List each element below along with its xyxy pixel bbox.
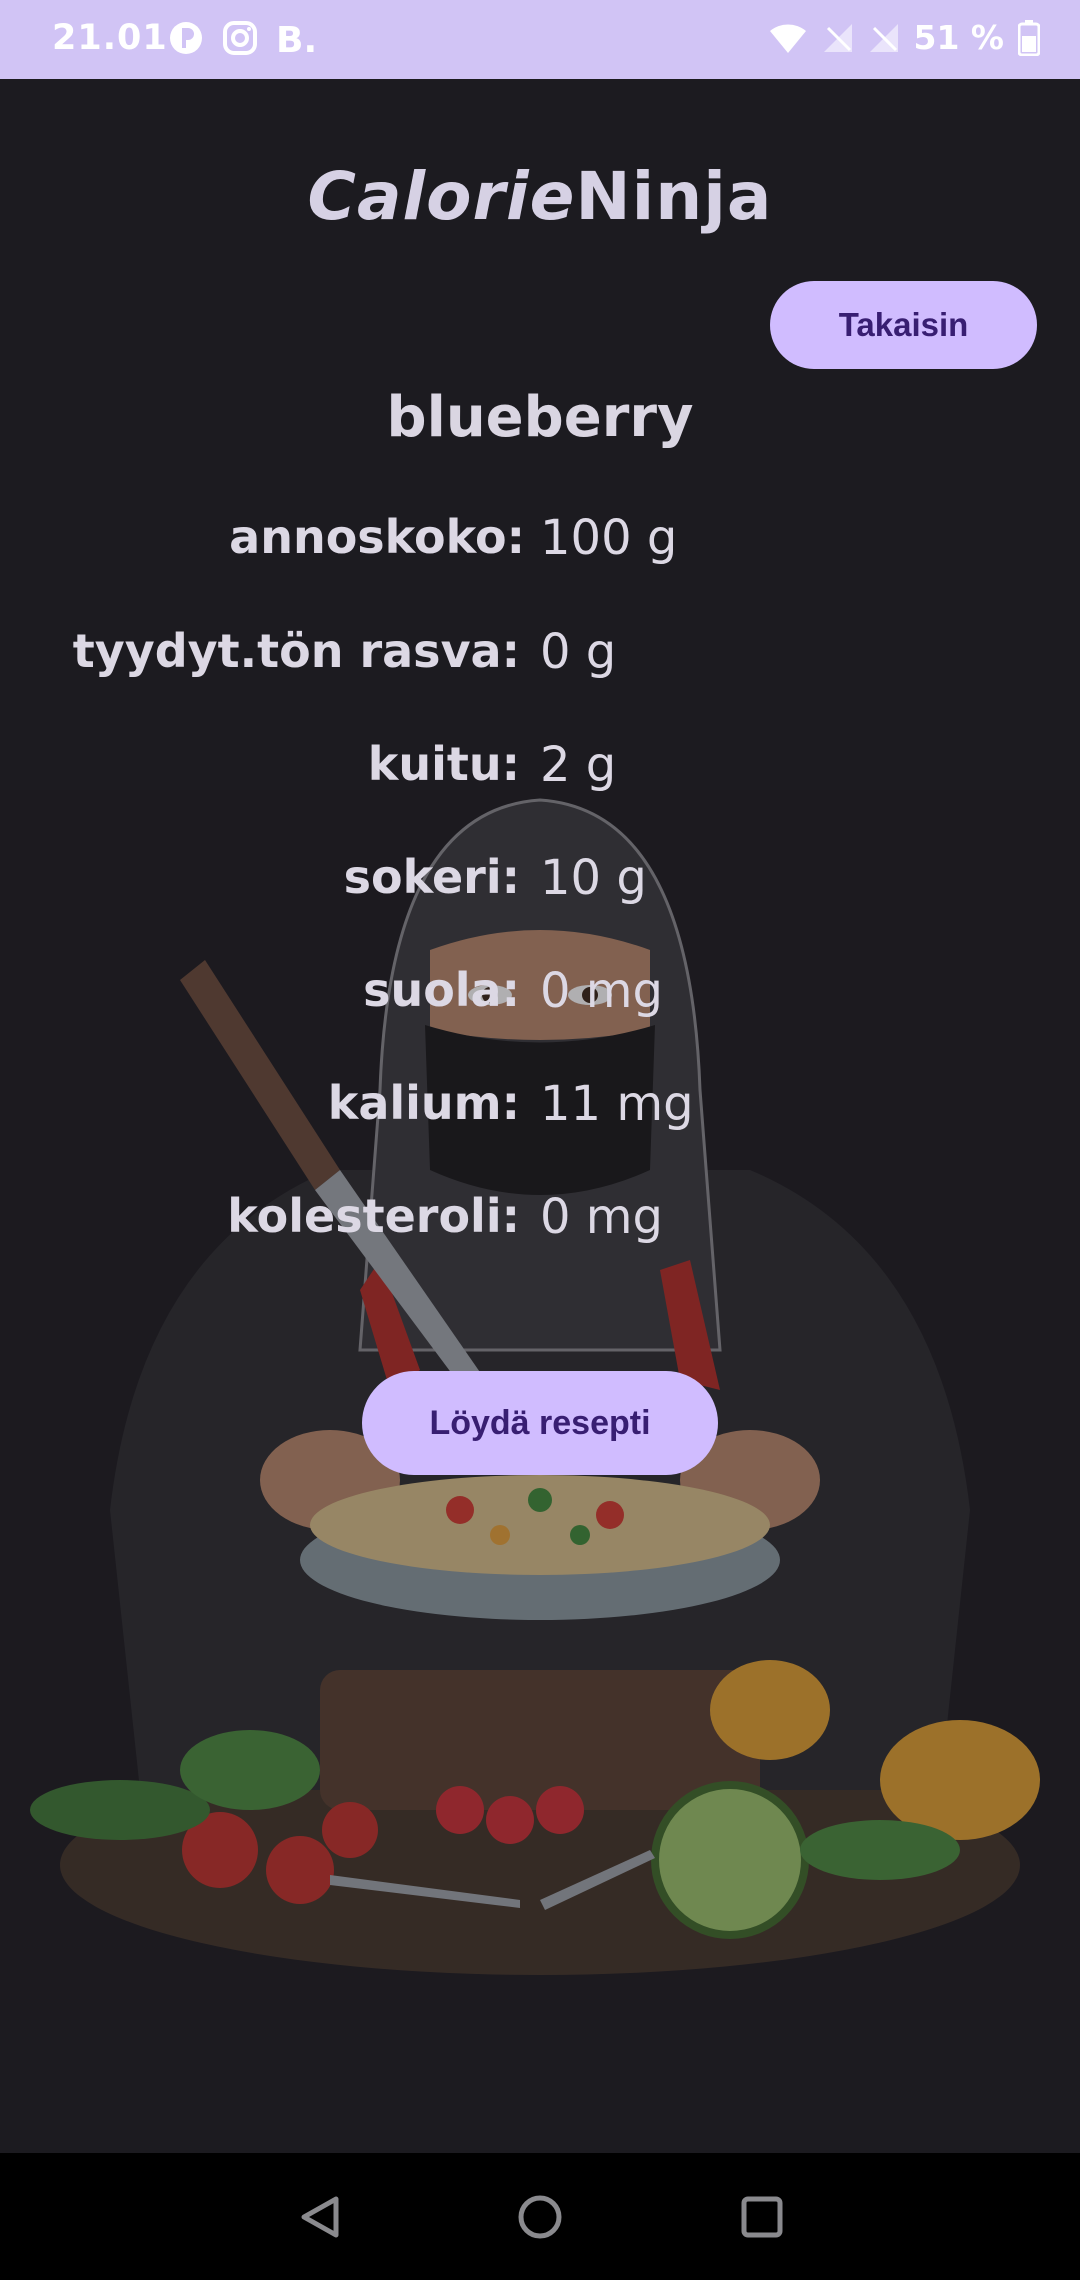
b-app-icon: B. — [276, 20, 316, 56]
nutrient-row-sugar: sokeri: 10 g — [0, 850, 1080, 920]
nutrient-value: 100 g — [540, 510, 678, 566]
back-button[interactable]: Takaisin — [770, 281, 1037, 369]
instagram-icon — [223, 21, 257, 55]
svg-text:B.: B. — [276, 20, 316, 56]
nutrient-row-saturated-fat: tyydyt.tön rasva: 0 g — [0, 624, 1080, 694]
nutrient-value: 10 g — [540, 850, 647, 906]
recents-square-icon — [741, 2196, 783, 2238]
nutrient-value: 11 mg — [540, 1076, 694, 1132]
nutrient-row-serving-size: annoskoko: 100 g — [0, 510, 1080, 580]
nutrient-row-fiber: kuitu: 2 g — [0, 737, 1080, 807]
nutrient-row-salt: suola: 0 mg — [0, 963, 1080, 1033]
back-triangle-icon — [301, 2196, 339, 2238]
calorie-ninja-screen: 21.01 B. 51 % CalorieNinja Takaisin blue… — [0, 0, 1080, 2280]
nutrient-label: sokeri: — [343, 850, 520, 904]
battery-percent: 51 % — [913, 18, 1004, 57]
notification-app-icon — [170, 22, 202, 54]
app-title-part2: Ninja — [575, 158, 773, 235]
nutrient-label: suola: — [363, 963, 520, 1017]
nutrient-row-cholesterol: kolesteroli: 0 mg — [0, 1189, 1080, 1259]
app-title-part1: Calorie — [307, 158, 576, 235]
nav-back-button[interactable] — [280, 2177, 360, 2257]
home-circle-icon — [518, 2195, 562, 2239]
status-system-icons: 51 % — [768, 18, 1040, 57]
nutrient-value: 0 mg — [540, 1189, 664, 1245]
nutrient-label: annoskoko: — [229, 510, 525, 564]
nav-home-button[interactable] — [500, 2177, 580, 2257]
nutrient-value: 0 g — [540, 624, 617, 680]
status-bar: 21.01 B. 51 % — [0, 0, 1080, 79]
find-recipe-button[interactable]: Löydä resepti — [362, 1371, 718, 1475]
nutrient-label: kalium: — [327, 1076, 520, 1130]
status-notification-icons: B. — [168, 20, 316, 56]
nav-recents-button[interactable] — [722, 2177, 802, 2257]
nutrient-label: kolesteroli: — [227, 1189, 520, 1243]
nutrient-value: 0 mg — [540, 963, 664, 1019]
no-signal-icon — [869, 23, 898, 52]
no-signal-icon — [823, 23, 852, 52]
status-time: 21.01 — [52, 18, 168, 58]
wifi-icon — [769, 23, 806, 53]
system-nav-bar — [0, 2153, 1080, 2280]
battery-icon — [1018, 19, 1040, 56]
app-title: CalorieNinja — [0, 158, 1080, 235]
nutrient-label: kuitu: — [367, 737, 520, 791]
nutrient-label: tyydyt.tön rasva: — [72, 624, 520, 678]
food-name: blueberry — [386, 385, 694, 450]
nutrient-value: 2 g — [540, 737, 617, 793]
nutrient-row-potassium: kalium: 11 mg — [0, 1076, 1080, 1146]
